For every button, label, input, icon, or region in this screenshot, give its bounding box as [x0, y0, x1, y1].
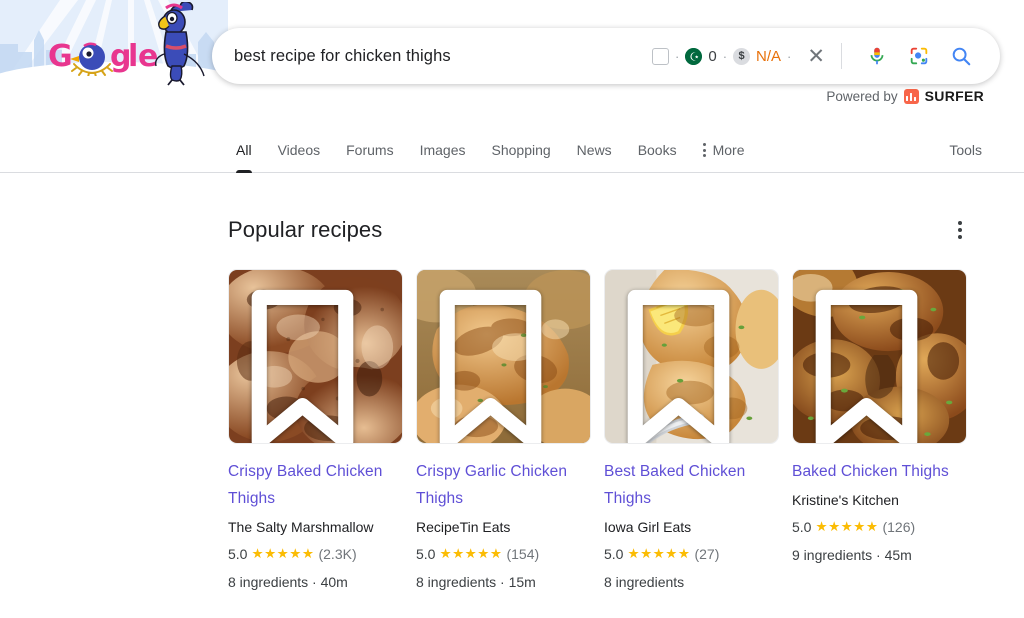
bookmark-icon[interactable] — [228, 283, 389, 444]
recipe-meta: 9 ingredients · 45m — [792, 547, 912, 563]
section-title: Popular recipes — [228, 217, 383, 242]
close-icon[interactable]: ✕ — [807, 46, 825, 67]
powered-by-label: Powered by — [826, 88, 898, 104]
lens-glyph — [910, 47, 928, 65]
mic-glyph — [870, 47, 884, 65]
tab-videos[interactable]: Videos — [265, 142, 334, 172]
tab-label: Images — [419, 142, 466, 158]
star-icons: ★★★★★ — [815, 519, 879, 534]
tab-label: Shopping — [491, 142, 551, 158]
tab-label: All — [236, 142, 252, 158]
surfer-logo-icon — [903, 88, 919, 104]
recipe-title[interactable]: Crispy Baked Chicken Thighs — [228, 458, 403, 512]
recipe-meta: 8 ingredients · 40m — [228, 574, 348, 590]
recipe-card[interactable]: Crispy Garlic Chicken Thighs RecipeTin E… — [416, 269, 591, 593]
recipe-source: RecipeTin Eats — [416, 519, 511, 535]
section-overflow-menu-icon[interactable] — [952, 215, 968, 245]
recipe-source: Kristine's Kitchen — [792, 492, 899, 508]
rating-value: 5.0 — [416, 546, 436, 562]
currency-icon: $ — [733, 47, 751, 65]
recipe-source: The Salty Marshmallow — [228, 519, 374, 535]
bookmark-icon[interactable] — [792, 283, 953, 444]
recipe-rating: 5.0 ★★★★★ (2.3K) — [228, 543, 403, 565]
recipe-rating: 5.0 ★★★★★ (126) — [792, 516, 967, 538]
tab-images[interactable]: Images — [407, 142, 479, 172]
microphone-icon[interactable] — [864, 43, 890, 69]
currency-value: N/A — [756, 47, 782, 65]
star-icons: ★★★★★ — [251, 546, 315, 561]
surfer-brand-name: SURFER — [924, 88, 984, 104]
recipe-card-list: Crispy Baked Chicken Thighs The Salty Ma… — [228, 269, 1024, 593]
search-icon[interactable] — [948, 43, 974, 69]
tab-label: Videos — [277, 142, 321, 158]
tab-label: Books — [637, 142, 677, 158]
tab-forums[interactable]: Forums — [333, 142, 406, 172]
recipe-card[interactable]: Best Baked Chicken Thighs Iowa Girl Eats… — [604, 269, 779, 593]
search-bar[interactable]: · 0 · $ N/A · ✕ — [212, 28, 1000, 84]
tab-news[interactable]: News — [564, 142, 625, 172]
google-doodle[interactable]: G g l e — [0, 0, 228, 92]
search-nav-tabs: All Videos Forums Images Shopping News B… — [0, 120, 1024, 173]
recipe-rating: 5.0 ★★★★★ (27) — [604, 543, 779, 565]
recipe-meta: 8 ingredients · 15m — [416, 574, 536, 590]
svg-text:G: G — [48, 39, 73, 74]
main-content: Popular recipes Crispy Baked Chicken Thi… — [0, 173, 1024, 593]
recipe-thumbnail[interactable] — [792, 269, 967, 444]
rating-value: 5.0 — [792, 519, 812, 535]
powered-by-surfer: Powered by SURFER — [826, 88, 984, 104]
recipe-title[interactable]: Crispy Garlic Chicken Thighs — [416, 458, 591, 512]
tab-label: News — [576, 142, 612, 158]
recipe-title[interactable]: Baked Chicken Thighs — [792, 458, 967, 485]
tab-shopping[interactable]: Shopping — [479, 142, 564, 172]
page-header: G g l e best recipe for chicken thighs ·… — [0, 0, 1024, 120]
flag-glyph — [685, 47, 703, 65]
recipe-source: Iowa Girl Eats — [604, 519, 692, 535]
rating-value: 5.0 — [604, 546, 624, 562]
doodle-bird-character — [154, 2, 205, 86]
tab-more[interactable]: More — [690, 142, 758, 172]
separator-dot-2: · — [722, 48, 728, 64]
popular-recipes-header: Popular recipes — [228, 215, 968, 245]
kebab-menu-icon — [702, 143, 706, 157]
star-icons: ★★★★★ — [439, 546, 503, 561]
google-lens-icon[interactable] — [906, 43, 932, 69]
recipe-card[interactable]: Baked Chicken Thighs Kristine's Kitchen … — [792, 269, 967, 593]
rating-count: (126) — [882, 519, 916, 535]
separator-dot-1: · — [675, 48, 680, 64]
rating-count: (2.3K) — [318, 546, 357, 562]
search-divider — [841, 43, 842, 69]
svg-text:l: l — [128, 39, 138, 74]
country-value: 0 — [708, 47, 717, 65]
tab-list: All Videos Forums Images Shopping News B… — [228, 120, 758, 173]
rating-value: 5.0 — [228, 546, 248, 562]
tools-button[interactable]: Tools — [949, 142, 982, 158]
extension-checkbox[interactable] — [652, 47, 669, 65]
more-label: More — [712, 142, 745, 158]
rating-count: (154) — [506, 546, 540, 562]
tab-books[interactable]: Books — [625, 142, 690, 172]
recipe-meta: 8 ingredients — [604, 574, 685, 590]
surfer-extension-widget[interactable]: · 0 · $ N/A · ✕ — [652, 46, 825, 67]
recipe-title[interactable]: Best Baked Chicken Thighs — [604, 458, 779, 512]
separator-dot-3: · — [787, 48, 792, 64]
tab-label: Forums — [346, 142, 394, 158]
tab-all[interactable]: All — [228, 142, 265, 173]
star-icons: ★★★★★ — [627, 546, 691, 561]
bookmark-icon[interactable] — [416, 283, 577, 444]
pakistan-flag-icon — [685, 47, 703, 65]
magnifier-glyph — [952, 47, 971, 66]
rating-count: (27) — [694, 546, 720, 562]
recipe-rating: 5.0 ★★★★★ (154) — [416, 543, 591, 565]
recipe-thumbnail[interactable] — [416, 269, 591, 444]
search-input[interactable] — [234, 46, 652, 66]
recipe-thumbnail[interactable] — [604, 269, 779, 444]
recipe-card[interactable]: Crispy Baked Chicken Thighs The Salty Ma… — [228, 269, 403, 593]
recipe-thumbnail[interactable] — [228, 269, 403, 444]
bookmark-icon[interactable] — [604, 283, 765, 444]
